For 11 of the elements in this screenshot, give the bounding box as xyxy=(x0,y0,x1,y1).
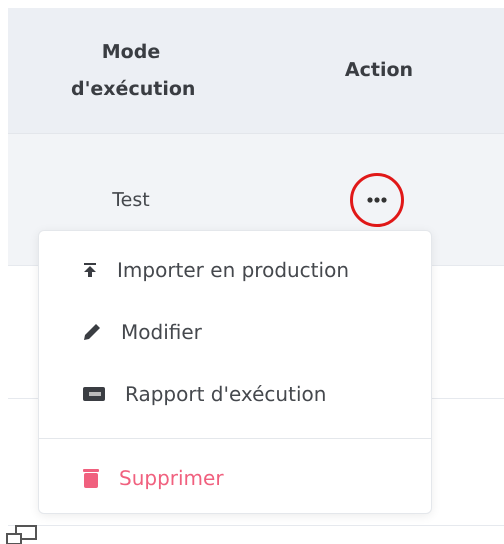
menu-item[interactable]: Rapport d'exécution xyxy=(39,363,431,425)
pencil-icon xyxy=(83,323,101,341)
more-button[interactable] xyxy=(350,172,404,226)
column-header: Action xyxy=(344,58,414,83)
trash-icon xyxy=(83,468,99,488)
upload-icon xyxy=(83,263,97,277)
ellipsis-icon xyxy=(367,196,387,202)
table-cell: Test xyxy=(112,188,150,210)
menu-item[interactable]: Importer en production xyxy=(39,239,431,301)
menu-item[interactable]: Modifier xyxy=(39,301,431,363)
keyboard-icon xyxy=(83,387,105,401)
